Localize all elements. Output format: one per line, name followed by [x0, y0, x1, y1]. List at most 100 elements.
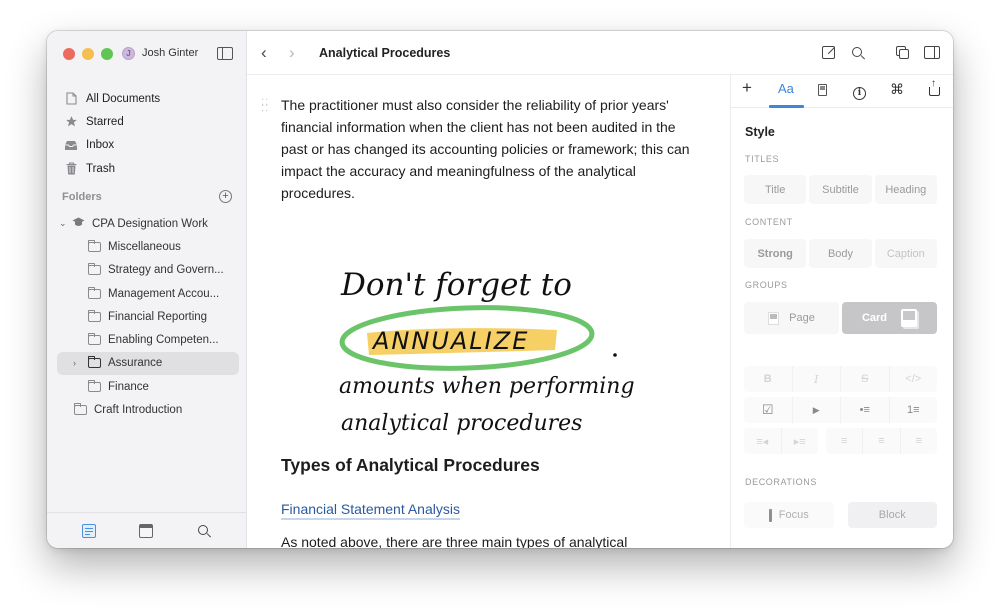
- sidebar-item-starred[interactable]: Starred: [47, 110, 247, 133]
- folder-icon: [88, 239, 101, 252]
- folder-icon: [74, 403, 87, 416]
- folder-icon: [88, 356, 101, 369]
- folder-item-craft-introduction[interactable]: Craft Introduction: [47, 398, 247, 421]
- page-icon: [768, 311, 780, 325]
- active-tab-indicator: [769, 105, 804, 108]
- align-group: ≡ ≡ ≡: [826, 428, 937, 454]
- forward-button[interactable]: ›: [289, 43, 295, 63]
- folder-label: Enabling Competen...: [108, 334, 219, 347]
- panel-tabs: + Aa i ⌘: [731, 75, 953, 108]
- style-subtitle-button[interactable]: Subtitle: [809, 175, 872, 204]
- content-row: Strong Body Caption: [744, 239, 937, 268]
- folder-item-strategy-and-governance[interactable]: Strategy and Govern...: [47, 259, 247, 282]
- sidebar-item-trash[interactable]: Trash: [47, 157, 247, 180]
- tab-info[interactable]: i: [853, 83, 866, 105]
- graduation-cap-icon: [72, 217, 85, 230]
- chevron-down-icon[interactable]: ⌄: [59, 218, 67, 229]
- style-heading-button[interactable]: Heading: [874, 175, 937, 204]
- document-icon: [64, 92, 78, 106]
- sketch-highlight-word: ANNUALIZE: [371, 327, 529, 355]
- folder-item-financial-reporting[interactable]: Financial Reporting: [47, 305, 247, 328]
- align-left-button[interactable]: ≡: [826, 428, 864, 454]
- card-icon: [901, 309, 918, 327]
- code-button[interactable]: </>: [890, 366, 938, 392]
- numbered-list-button[interactable]: 1≡: [890, 397, 938, 423]
- sidebar-item-label: Starred: [86, 115, 124, 128]
- calendar-icon[interactable]: [139, 524, 153, 538]
- tab-insert[interactable]: +: [742, 78, 752, 100]
- checkbox-list-button[interactable]: ☑: [744, 397, 793, 423]
- folder-label: Miscellaneous: [108, 240, 181, 253]
- paragraph-block[interactable]: As noted above, there are three main typ…: [281, 534, 627, 548]
- tab-shortcuts[interactable]: ⌘: [890, 81, 904, 103]
- bold-button[interactable]: B: [744, 366, 793, 392]
- folder-item-management-accounting[interactable]: Management Accou...: [47, 282, 247, 305]
- document-link[interactable]: Financial Statement Analysis: [281, 501, 460, 520]
- info-icon: i: [853, 87, 866, 100]
- document-content[interactable]: ⁚⁚ ⁚⁚ The practitioner must also consider…: [247, 75, 730, 548]
- decorations-row: Focus Block: [744, 502, 937, 528]
- duplicate-icon[interactable]: [896, 46, 909, 59]
- toggle-list-button[interactable]: ▶: [793, 397, 841, 423]
- tab-style[interactable]: Aa: [778, 81, 794, 103]
- groups-label: GROUPS: [745, 280, 788, 290]
- style-caption-button[interactable]: Caption: [874, 239, 937, 268]
- strikethrough-button[interactable]: S: [841, 366, 890, 392]
- folder-label: Strategy and Govern...: [108, 264, 224, 277]
- user-avatar[interactable]: J: [122, 47, 135, 60]
- sidebar-item-label: Trash: [86, 162, 115, 175]
- group-page-button[interactable]: Page: [744, 302, 839, 334]
- folder-icon: [88, 333, 101, 346]
- italic-button[interactable]: I: [793, 366, 841, 392]
- folder-item-assurance[interactable]: › Assurance: [57, 351, 239, 376]
- inbox-icon: [64, 138, 78, 152]
- align-center-button[interactable]: ≡: [863, 428, 901, 454]
- align-right-button[interactable]: ≡: [901, 428, 937, 454]
- back-button[interactable]: ‹: [261, 43, 267, 63]
- minimize-window-button[interactable]: [82, 48, 94, 60]
- user-name[interactable]: Josh Ginter: [142, 47, 198, 59]
- style-strong-button[interactable]: Strong: [744, 239, 807, 268]
- paragraph-block[interactable]: The practitioner must also consider the …: [281, 94, 701, 204]
- add-folder-button[interactable]: +: [219, 190, 232, 203]
- bullet-list-button[interactable]: •≡: [841, 397, 890, 423]
- decoration-focus-label: Focus: [778, 509, 809, 521]
- style-title-button[interactable]: Title: [744, 175, 807, 204]
- search-icon[interactable]: [197, 524, 211, 538]
- chevron-right-icon[interactable]: ›: [73, 358, 76, 368]
- folder-item-enabling-competencies[interactable]: Enabling Competen...: [47, 328, 247, 351]
- close-window-button[interactable]: [63, 48, 75, 60]
- list-format-row: ☑ ▶ •≡ 1≡: [744, 397, 937, 423]
- folder-label: Management Accou...: [108, 287, 220, 300]
- folder-label: CPA Designation Work: [92, 217, 208, 230]
- group-card-button[interactable]: Card: [842, 302, 937, 334]
- compose-icon[interactable]: [822, 46, 835, 59]
- style-body-button[interactable]: Body: [809, 239, 872, 268]
- image-icon: [818, 84, 827, 96]
- main-editor: ‹ › Analytical Procedures ⁚⁚ ⁚⁚ The pract…: [247, 31, 953, 548]
- indent-button[interactable]: ▸≡: [782, 428, 819, 454]
- sidebar-toggle-icon[interactable]: [217, 47, 233, 60]
- drag-handle-icon[interactable]: ⁚⁚ ⁚⁚: [261, 99, 269, 114]
- decoration-block-button[interactable]: Block: [847, 502, 937, 528]
- section-heading[interactable]: Types of Analytical Procedures: [281, 455, 540, 476]
- outdent-button[interactable]: ≡◂: [744, 428, 782, 454]
- tab-share[interactable]: [929, 78, 940, 105]
- tab-image[interactable]: [818, 84, 827, 106]
- zoom-window-button[interactable]: [101, 48, 113, 60]
- handwritten-sketch[interactable]: Don't forget to ANNUALIZE amounts when p…: [327, 255, 657, 445]
- folder-item-finance[interactable]: Finance: [47, 375, 247, 398]
- documents-icon[interactable]: [82, 524, 96, 538]
- sidebar-item-inbox[interactable]: Inbox: [47, 134, 247, 157]
- group-page-label: Page: [789, 312, 815, 324]
- folder-item-miscellaneous[interactable]: Miscellaneous: [47, 235, 247, 258]
- right-panel-toggle-icon[interactable]: [924, 46, 940, 59]
- decoration-focus-button[interactable]: Focus: [744, 502, 834, 528]
- indent-group: ≡◂ ▸≡: [744, 428, 818, 454]
- sidebar-item-label: Inbox: [86, 139, 115, 152]
- folder-tree: ⌄ CPA Designation Work Miscellaneous Str…: [47, 212, 247, 422]
- search-icon[interactable]: [851, 46, 865, 65]
- sidebar: J Josh Ginter All Documents Starred Inbo…: [47, 31, 247, 548]
- sidebar-item-all-documents[interactable]: All Documents: [47, 87, 247, 110]
- folder-item-cpa-designation-work[interactable]: ⌄ CPA Designation Work: [47, 212, 247, 235]
